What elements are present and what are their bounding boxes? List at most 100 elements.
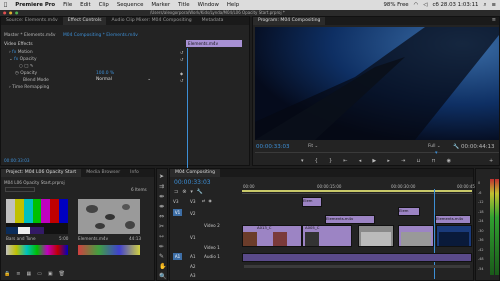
program-timecode[interactable]: 00:00:33:03 [256,144,290,150]
timeline-clip[interactable] [398,225,434,247]
zoom-select[interactable]: Fit ⌄ [308,144,318,149]
tab-source[interactable]: Source: Elements.m4v [1,17,63,25]
menu-clock[interactable]: сб 28.03 1:03:11 [433,2,479,8]
menu-title[interactable]: Title [174,2,194,8]
zoom-tool-icon[interactable]: 🔍 [159,273,166,280]
zoom-dot-icon[interactable]: ● [15,10,19,15]
v3-target[interactable]: V3 [173,199,179,204]
bars-and-tone-thumbnail[interactable] [6,199,68,234]
minimize-dot-icon[interactable]: ● [9,10,13,15]
opacity-value[interactable]: 100.0 % [96,71,114,76]
motion-effect-row[interactable]: › fx Motion [9,50,33,55]
program-scrubber[interactable]: ▾ [255,150,499,156]
panel-menu-icon[interactable]: ≡ [492,17,496,23]
lift-icon[interactable]: ⊔ [416,158,420,166]
menu-clip[interactable]: Clip [95,2,113,8]
time-ruler[interactable]: 00:00 00:00:15:00 00:00:30:00 00:00:45:0… [242,180,481,194]
app-menu[interactable]: Premiere Pro [11,2,59,8]
mark-in-icon[interactable]: { [315,158,318,166]
new-item-icon[interactable]: ▣ [48,271,53,279]
tab-metadata[interactable]: Metadata [197,17,229,25]
tab-project[interactable]: Project: M04 L06 Opacity Start [1,169,82,177]
tab-effect-controls[interactable]: Effect Controls [62,17,107,25]
selection-tool-icon[interactable]: ➤ [159,173,166,180]
timeline-clip[interactable]: Elements.m4v [325,215,375,224]
master-clip-select[interactable]: Master * Elements.m4v [4,33,56,38]
a1-source-patch[interactable]: A1 [173,253,182,260]
stopwatch-icon[interactable]: ◷ [15,71,19,76]
slide-tool-icon[interactable]: ⇷ [159,243,166,250]
elements-thumbnail[interactable] [78,199,140,234]
tab-media-browser[interactable]: Media Browser [81,169,125,177]
blend-mode-select[interactable]: Normal ⌄ [96,77,151,83]
lock-icon[interactable]: 🔒 [4,271,10,279]
tab-info[interactable]: Info [125,169,144,177]
go-to-out-icon[interactable]: ⇥ [401,158,405,166]
menu-sequence[interactable]: Sequence [113,2,148,8]
menu-edit[interactable]: Edit [76,2,94,8]
razor-tool-icon[interactable]: ✂ [159,223,166,230]
ellipse-mask-icon[interactable]: ○ [19,64,23,69]
timeline-clip[interactable]: Elem [398,207,420,216]
ripple-edit-tool-icon[interactable]: ⇹ [159,193,166,200]
chevron-right-icon[interactable]: › [9,85,11,90]
mark-out-icon[interactable]: } [329,158,332,166]
chevron-right-icon[interactable]: › [9,50,11,55]
go-to-in-icon[interactable]: ⇤ [343,158,347,166]
menu-marker[interactable]: Marker [147,2,174,8]
tab-audio-clip-mixer[interactable]: Audio Clip Mixer: M04 Compositing [106,17,196,25]
extract-icon[interactable]: ⊓ [432,158,436,166]
pen-tool-icon[interactable]: ✎ [159,253,166,260]
wifi-icon[interactable]: ◠ [414,2,419,8]
menu-help[interactable]: Help [223,2,243,8]
timeline-clip[interactable] [436,225,472,247]
fx-badge[interactable]: fx [14,57,18,62]
list-icon[interactable]: ≡ [491,2,496,8]
add-button-icon[interactable]: + [489,158,493,164]
export-frame-icon[interactable]: ◉ [447,158,451,166]
volume-icon[interactable]: ◁ [423,2,427,8]
search-icon[interactable]: ⌕ [483,2,486,9]
apple-menu-icon[interactable]:  [0,2,11,8]
keyframe-nav-icon[interactable]: ◆ [180,71,183,76]
play-icon[interactable]: ▶ [372,158,376,166]
sync-lock-icon[interactable]: ⇄ [202,198,205,203]
time-remapping-row[interactable]: › Time Remapping [9,85,49,90]
list-view-icon[interactable]: ≡ [16,271,20,279]
step-back-icon[interactable]: ◂ [359,158,362,166]
clip-bar[interactable]: Elements.m4v [186,40,242,47]
playhead-icon[interactable]: ▾ [435,150,438,156]
reset-icon[interactable]: ↺ [180,57,183,62]
audio-clip-strip[interactable] [242,253,472,262]
timeline-clip[interactable]: A005_C [302,225,352,247]
chevron-down-icon[interactable]: ⌄ [9,57,13,62]
track-select-tool-icon[interactable]: ⇉ [159,183,166,190]
pen-mask-icon[interactable]: ✎ [30,64,34,69]
rectangle-mask-icon[interactable]: □ [24,64,28,69]
tab-sequence[interactable]: M04 Compositing [170,169,221,177]
wrench-icon[interactable]: 🔧 [453,144,459,150]
project-search-input[interactable] [5,187,35,192]
timeline-timecode[interactable]: 00:00:33:03 [174,179,211,186]
tab-program[interactable]: Program: M04 Compositing [253,17,326,25]
opacity-effect-row[interactable]: ⌄ fx Opacity [9,57,37,62]
quality-select[interactable]: Full ⌄ [428,144,441,149]
new-bin-icon[interactable]: ▭ [37,271,42,279]
rolling-edit-tool-icon[interactable]: ⇼ [159,203,166,210]
timeline-clip[interactable]: Elem [302,197,322,207]
reset-icon[interactable]: ↺ [180,78,183,83]
sequence-thumbnail[interactable] [78,245,140,255]
slip-tool-icon[interactable]: ⇿ [159,233,166,240]
fx-badge[interactable]: fx [12,50,16,55]
timeline-clip[interactable]: Elements.m4v [435,215,471,224]
sequence-clip-select[interactable]: M04 Compositing * Elements.m4v [63,33,138,38]
marker-icon[interactable]: ▾ [301,158,304,166]
program-video-frame[interactable] [255,27,499,140]
icon-view-icon[interactable]: ▦ [26,271,31,279]
bars-and-tone-thumbnail-2[interactable] [6,245,68,255]
ec-timecode[interactable]: 00:00:33:03 [4,158,30,163]
menu-file[interactable]: File [59,2,76,8]
menu-window[interactable]: Window [194,2,223,8]
reset-icon[interactable]: ↺ [180,50,183,55]
rate-stretch-tool-icon[interactable]: ⇔ [159,213,166,220]
